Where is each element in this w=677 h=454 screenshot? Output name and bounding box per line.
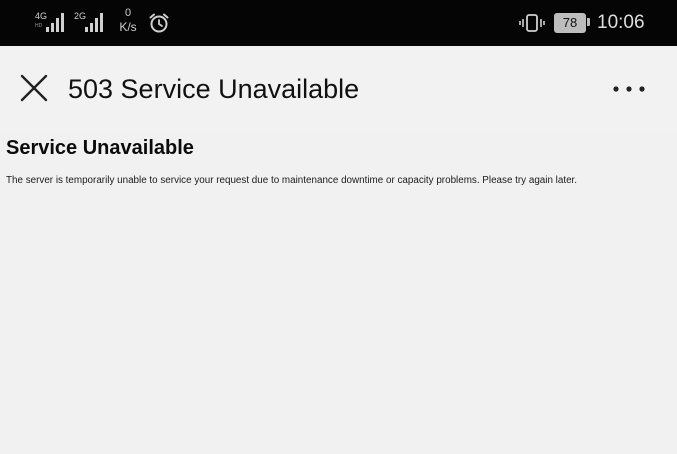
alarm-clock-icon <box>149 13 169 33</box>
battery-indicator: 78 <box>554 13 590 33</box>
vibrate-icon <box>519 14 545 32</box>
close-icon[interactable] <box>18 72 50 104</box>
hd-label: HD <box>35 23 43 29</box>
web-content: Service Unavailable The server is tempor… <box>0 132 677 454</box>
signal-bars-icon <box>85 13 103 32</box>
signal-sim-1: 4G HD <box>35 12 69 34</box>
status-clock: 10:06 <box>597 12 645 33</box>
page-title: 503 Service Unavailable <box>68 74 360 104</box>
browser-app-bar: 503 Service Unavailable <box>0 46 677 132</box>
phone-screen: 4G HD 2G 0 K/s 78 10:06 503 Service Unav… <box>0 0 677 454</box>
network-speed: 0 K/s <box>116 7 140 34</box>
error-heading: Service Unavailable <box>6 137 194 159</box>
network-speed-value: 0 <box>124 7 132 19</box>
signal-bars-icon <box>46 13 64 32</box>
battery-level: 78 <box>554 13 586 33</box>
battery-tip <box>587 18 590 26</box>
status-bar: 4G HD 2G 0 K/s 78 10:06 <box>0 0 677 46</box>
signal-sim-2: 2G <box>74 12 108 34</box>
error-message: The server is temporarily unable to serv… <box>6 175 578 186</box>
network-speed-unit: K/s <box>119 20 137 34</box>
more-options-icon[interactable] <box>610 76 648 102</box>
